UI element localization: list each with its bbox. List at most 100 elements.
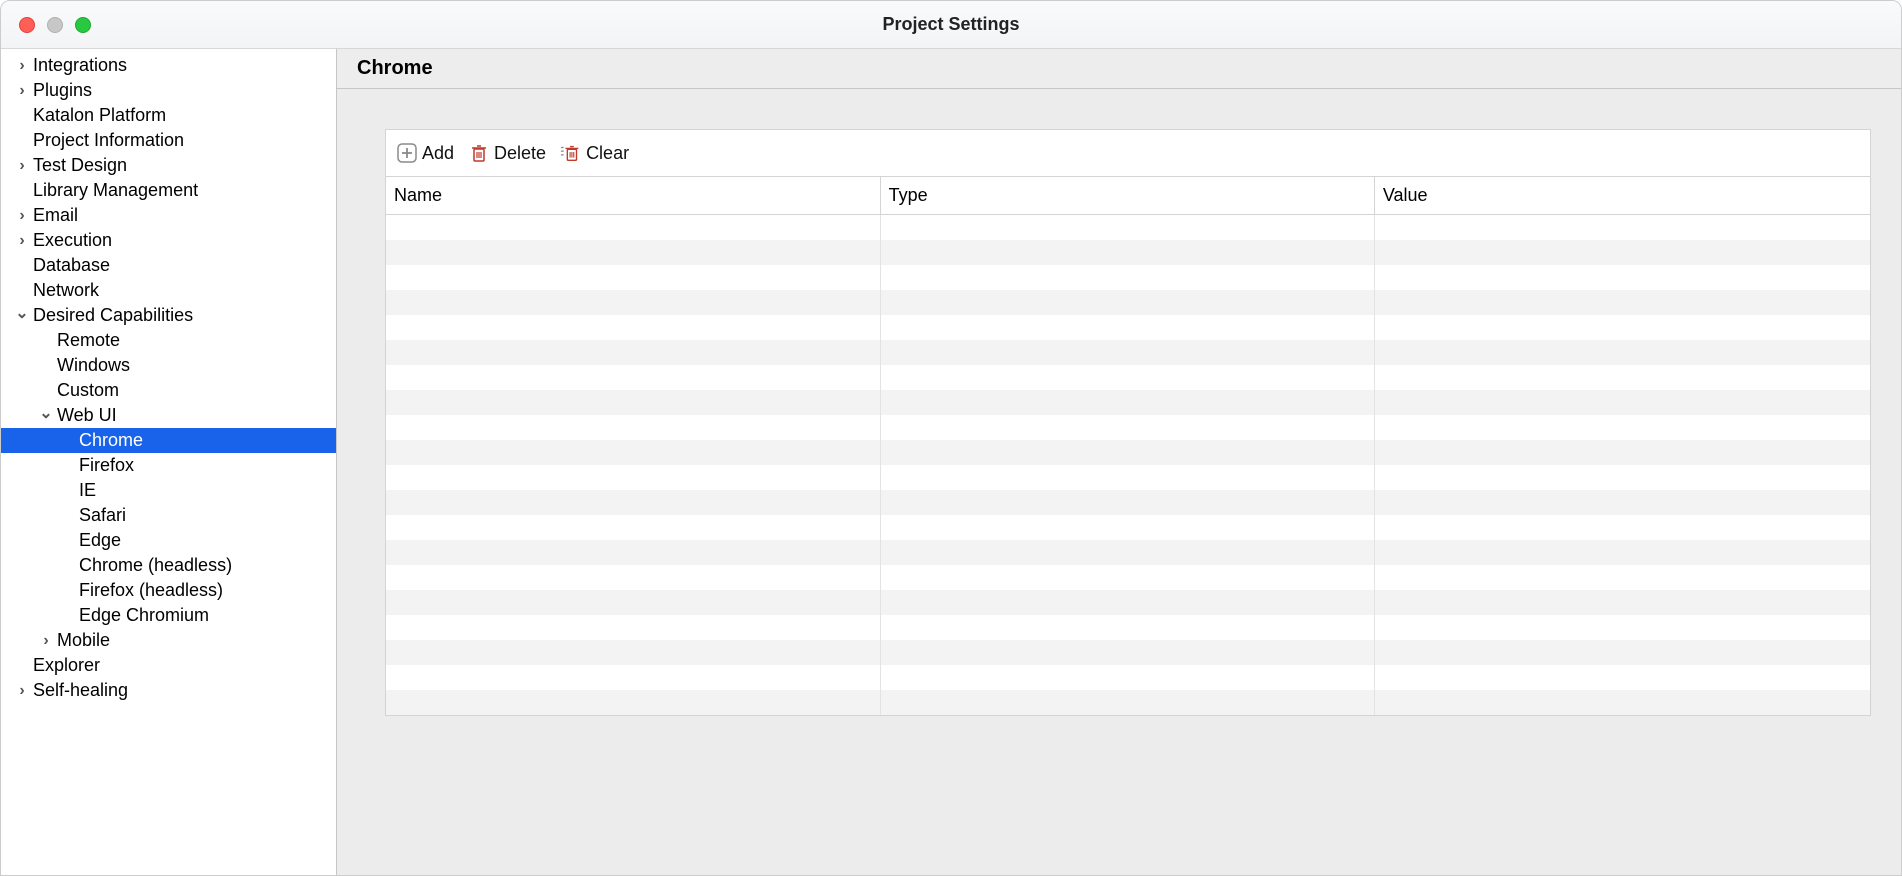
table-cell[interactable] xyxy=(386,590,880,615)
table-cell[interactable] xyxy=(386,340,880,365)
capabilities-table[interactable]: Name Type Value xyxy=(386,176,1870,715)
chevron-right-icon[interactable]: › xyxy=(13,682,31,700)
add-button[interactable]: Add xyxy=(396,142,454,164)
table-cell[interactable] xyxy=(1374,390,1870,415)
table-row[interactable] xyxy=(386,215,1870,240)
table-cell[interactable] xyxy=(880,690,1374,715)
table-row[interactable] xyxy=(386,390,1870,415)
tree-item[interactable]: Edge Chromium xyxy=(1,603,336,628)
tree-item[interactable]: ›Email xyxy=(1,203,336,228)
table-row[interactable] xyxy=(386,665,1870,690)
table-cell[interactable] xyxy=(880,390,1374,415)
table-cell[interactable] xyxy=(386,240,880,265)
chevron-right-icon[interactable]: › xyxy=(13,57,31,75)
table-cell[interactable] xyxy=(880,265,1374,290)
table-cell[interactable] xyxy=(1374,515,1870,540)
minimize-window-button[interactable] xyxy=(47,17,63,33)
table-cell[interactable] xyxy=(880,590,1374,615)
tree-item[interactable]: Network xyxy=(1,278,336,303)
table-row[interactable] xyxy=(386,615,1870,640)
tree-item[interactable]: Chrome (headless) xyxy=(1,553,336,578)
table-cell[interactable] xyxy=(386,565,880,590)
table-cell[interactable] xyxy=(386,440,880,465)
table-cell[interactable] xyxy=(386,615,880,640)
table-row[interactable] xyxy=(386,290,1870,315)
tree-item[interactable]: ⌄Web UI xyxy=(1,403,336,428)
tree-item[interactable]: Explorer xyxy=(1,653,336,678)
tree-item[interactable]: Remote xyxy=(1,328,336,353)
chevron-right-icon[interactable]: › xyxy=(13,232,31,250)
table-cell[interactable] xyxy=(1374,315,1870,340)
table-cell[interactable] xyxy=(386,365,880,390)
tree-item[interactable]: ›Mobile xyxy=(1,628,336,653)
table-row[interactable] xyxy=(386,340,1870,365)
table-row[interactable] xyxy=(386,240,1870,265)
table-cell[interactable] xyxy=(880,440,1374,465)
tree-item[interactable]: Chrome xyxy=(1,428,336,453)
table-row[interactable] xyxy=(386,640,1870,665)
table-cell[interactable] xyxy=(386,315,880,340)
table-row[interactable] xyxy=(386,565,1870,590)
table-cell[interactable] xyxy=(1374,565,1870,590)
tree-item[interactable]: ›Integrations xyxy=(1,53,336,78)
maximize-window-button[interactable] xyxy=(75,17,91,33)
table-cell[interactable] xyxy=(1374,240,1870,265)
table-cell[interactable] xyxy=(1374,640,1870,665)
table-row[interactable] xyxy=(386,540,1870,565)
table-row[interactable] xyxy=(386,315,1870,340)
table-cell[interactable] xyxy=(1374,490,1870,515)
table-cell[interactable] xyxy=(880,415,1374,440)
table-cell[interactable] xyxy=(1374,290,1870,315)
column-header-type[interactable]: Type xyxy=(880,177,1374,215)
chevron-down-icon[interactable]: ⌄ xyxy=(13,303,31,323)
table-cell[interactable] xyxy=(386,540,880,565)
tree-item[interactable]: Database xyxy=(1,253,336,278)
table-cell[interactable] xyxy=(880,640,1374,665)
table-cell[interactable] xyxy=(1374,590,1870,615)
table-cell[interactable] xyxy=(880,240,1374,265)
table-cell[interactable] xyxy=(880,365,1374,390)
column-header-name[interactable]: Name xyxy=(386,177,880,215)
table-cell[interactable] xyxy=(880,215,1374,240)
table-cell[interactable] xyxy=(1374,265,1870,290)
table-cell[interactable] xyxy=(386,490,880,515)
chevron-right-icon[interactable]: › xyxy=(13,207,31,225)
table-cell[interactable] xyxy=(880,615,1374,640)
table-row[interactable] xyxy=(386,690,1870,715)
clear-button[interactable]: Clear xyxy=(560,142,629,164)
chevron-down-icon[interactable]: ⌄ xyxy=(37,403,55,423)
table-cell[interactable] xyxy=(1374,415,1870,440)
table-cell[interactable] xyxy=(386,640,880,665)
table-cell[interactable] xyxy=(880,340,1374,365)
tree-item[interactable]: Katalon Platform xyxy=(1,103,336,128)
table-cell[interactable] xyxy=(1374,340,1870,365)
tree-item[interactable]: Firefox xyxy=(1,453,336,478)
table-row[interactable] xyxy=(386,415,1870,440)
tree-item[interactable]: ›Self-healing xyxy=(1,678,336,703)
table-row[interactable] xyxy=(386,365,1870,390)
chevron-right-icon[interactable]: › xyxy=(13,157,31,175)
table-cell[interactable] xyxy=(880,490,1374,515)
table-cell[interactable] xyxy=(386,415,880,440)
table-row[interactable] xyxy=(386,490,1870,515)
table-cell[interactable] xyxy=(386,290,880,315)
chevron-right-icon[interactable]: › xyxy=(37,632,55,650)
table-cell[interactable] xyxy=(1374,465,1870,490)
tree-item[interactable]: ›Execution xyxy=(1,228,336,253)
table-cell[interactable] xyxy=(1374,540,1870,565)
table-cell[interactable] xyxy=(1374,615,1870,640)
tree-item[interactable]: ›Plugins xyxy=(1,78,336,103)
tree-item[interactable]: Library Management xyxy=(1,178,336,203)
table-cell[interactable] xyxy=(1374,440,1870,465)
table-cell[interactable] xyxy=(386,390,880,415)
table-cell[interactable] xyxy=(880,565,1374,590)
table-cell[interactable] xyxy=(386,215,880,240)
tree-item[interactable]: IE xyxy=(1,478,336,503)
table-cell[interactable] xyxy=(386,515,880,540)
table-cell[interactable] xyxy=(880,290,1374,315)
table-cell[interactable] xyxy=(880,540,1374,565)
table-cell[interactable] xyxy=(386,265,880,290)
table-row[interactable] xyxy=(386,465,1870,490)
tree-item[interactable]: Project Information xyxy=(1,128,336,153)
table-row[interactable] xyxy=(386,590,1870,615)
